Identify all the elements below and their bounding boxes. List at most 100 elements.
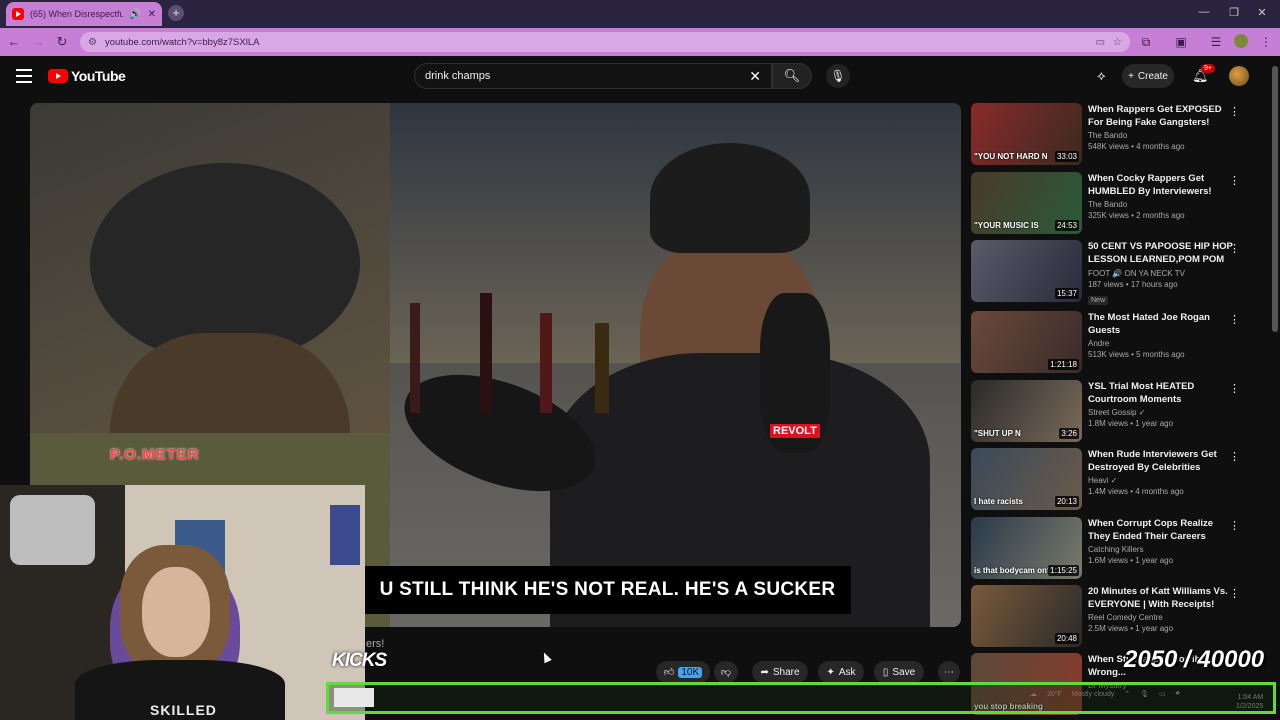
recommendation-thumbnail[interactable]: "SHUT UP N 3:26 [971, 380, 1082, 442]
mouse-cursor [540, 650, 552, 664]
speaker-icon[interactable]: 🔊 [129, 9, 141, 20]
bottle-shape [595, 323, 609, 413]
youtube-header: YouTube drink champs ✕ 🔍︎ 🎙︎ ⟡ + Create … [0, 56, 1280, 96]
channel-name[interactable]: Reel Comedy Centre [1088, 613, 1233, 622]
address-bar[interactable]: ⚙ youtube.com/watch?v=bby8z7SXlLA ▭ ☆ [80, 32, 1130, 52]
recommendation-thumbnail[interactable]: "YOU NOT HARD N 33:03 [971, 103, 1082, 165]
recommendation-menu-icon[interactable]: ⋮ [1229, 174, 1240, 187]
browser-tab[interactable]: (65) When Disrespectful Int 🔊 ✕ [6, 2, 162, 26]
system-tray: ☁ 20°F Mostly cloudy ⌃ 🎙︎ ▭ 🔊︎ [1030, 690, 1180, 698]
recommendation-menu-icon[interactable]: ⋮ [1229, 382, 1240, 395]
recommendation-item[interactable]: "YOU NOT HARD N 33:03 When Rappers Get EXP… [971, 103, 1261, 165]
more-actions-button[interactable]: ⋯ [938, 661, 960, 683]
recommendation-item[interactable]: is that bodycam on? 1:15:25 When Corrupt C… [971, 517, 1261, 579]
voice-search-button[interactable]: 🎙︎ [826, 64, 850, 88]
tab-title: (65) When Disrespectful Int [30, 9, 124, 19]
recommendation-title[interactable]: 50 CENT VS PAPOOSE HIP HOP LESSON LEARNE… [1088, 240, 1233, 267]
thumbnail-text: "YOU NOT HARD N [974, 152, 1048, 161]
search-input[interactable]: drink champs ✕ [414, 63, 772, 89]
recommendation-menu-icon[interactable]: ⋮ [1229, 242, 1240, 255]
sidebar-icon[interactable]: ▣ [1173, 35, 1189, 49]
maximize-icon[interactable]: ❐ [1224, 6, 1244, 19]
recommendation-item[interactable]: "YOUR MUSIC IS 24:53 When Cocky Rappers Ge… [971, 172, 1261, 234]
recommendation-item[interactable]: I hate racists 20:13 When Rude Interviewer… [971, 448, 1261, 510]
recommendation-thumbnail[interactable]: 20:48 [971, 585, 1082, 647]
like-count: 10K [678, 666, 703, 678]
extensions-icon[interactable]: ⧉ [1138, 35, 1154, 50]
minimize-icon[interactable]: — [1194, 6, 1214, 18]
recommendation-item[interactable]: 1:21:18 The Most Hated Joe Rogan Guests An… [971, 311, 1261, 373]
recommendation-menu-icon[interactable]: ⋮ [1229, 313, 1240, 326]
recommendation-thumbnail[interactable]: 15:37 [971, 240, 1082, 302]
mic-tray-icon[interactable]: 🎙︎ [1140, 690, 1149, 698]
clear-search-icon[interactable]: ✕ [749, 68, 761, 85]
create-button[interactable]: + Create [1122, 64, 1174, 88]
tab-close-icon[interactable]: ✕ [148, 9, 156, 20]
recommendation-menu-icon[interactable]: ⋮ [1229, 105, 1240, 118]
recommendation-title[interactable]: When Cocky Rappers Get HUMBLED By Interv… [1088, 172, 1233, 198]
chrome-profile-avatar[interactable] [1234, 34, 1248, 48]
channel-name[interactable]: The Bando [1088, 131, 1233, 140]
recommendation-meta: YSL Trial Most HEATED Courtroom Moments S… [1088, 380, 1233, 428]
cast-icon[interactable]: ⟡ [1097, 68, 1106, 84]
recommendation-meta: When Rappers Get EXPOSED For Being Fake … [1088, 103, 1233, 151]
clock-date: 1/2/2025 [1236, 703, 1264, 710]
forward-icon[interactable]: → [30, 34, 46, 49]
page-scrollbar[interactable] [1272, 66, 1278, 332]
youtube-account-avatar[interactable] [1229, 66, 1249, 86]
taskbar-clock[interactable]: 1:04 AM 1/2/2025 [1236, 693, 1263, 711]
window-close-icon[interactable]: ✕ [1252, 6, 1272, 19]
recommendation-title[interactable]: The Most Hated Joe Rogan Guests [1088, 311, 1233, 337]
channel-name[interactable]: Catching Killers [1088, 545, 1233, 554]
recommendation-item[interactable]: "SHUT UP N 3:26 YSL Trial Most HEATED Cour… [971, 380, 1261, 442]
video-subtitle: U STILL THINK HE'S NOT REAL. HE'S A SUCK… [364, 566, 851, 614]
bookmark-star-icon[interactable]: ☆ [1113, 37, 1122, 48]
recommendation-title[interactable]: When Rude Interviewers Get Destroyed By … [1088, 448, 1233, 474]
recommendation-menu-icon[interactable]: ⋮ [1229, 519, 1240, 532]
youtube-favicon-icon [12, 8, 24, 20]
menu-icon[interactable] [16, 69, 32, 83]
search-button[interactable]: 🔍︎ [772, 63, 812, 89]
recommendation-item[interactable]: 15:37 50 CENT VS PAPOOSE HIP HOP LESSON L… [971, 240, 1261, 305]
goal-counter: 2050 / 40000 [1124, 646, 1265, 673]
site-info-icon[interactable]: ⚙ [88, 37, 97, 48]
tray-chevron-icon[interactable]: ⌃ [1124, 690, 1130, 698]
recommendation-thumbnail[interactable]: "YOUR MUSIC IS 24:53 [971, 172, 1082, 234]
recommendation-meta: 50 CENT VS PAPOOSE HIP HOP LESSON LEARNE… [1088, 240, 1233, 307]
recommendation-item[interactable]: 20:48 20 Minutes of Katt Williams Vs. EVE… [971, 585, 1261, 647]
back-icon[interactable]: ← [6, 34, 22, 49]
channel-name[interactable]: Street Gossip ✓ [1088, 408, 1233, 417]
recommendation-title[interactable]: 20 Minutes of Katt Williams Vs. EVERYONE… [1088, 585, 1233, 611]
reload-icon[interactable]: ↻ [54, 34, 70, 50]
search-icon: 🔍︎ [783, 68, 801, 83]
recommendation-thumbnail[interactable]: 1:21:18 [971, 311, 1082, 373]
channel-name[interactable]: The Bando [1088, 200, 1233, 209]
video-duration: 3:26 [1059, 428, 1079, 439]
recommendation-thumbnail[interactable]: I hate racists 20:13 [971, 448, 1082, 510]
recommendation-title[interactable]: YSL Trial Most HEATED Courtroom Moments [1088, 380, 1233, 406]
ask-label: Ask [838, 666, 856, 678]
recommendation-title[interactable]: When Corrupt Cops Realize They Ended The… [1088, 517, 1233, 543]
new-tab-button[interactable]: + [168, 5, 184, 21]
save-label: Save [892, 666, 916, 678]
save-button[interactable]: ▯ Save [874, 661, 924, 683]
youtube-logo[interactable]: YouTube [48, 68, 126, 84]
recommendation-menu-icon[interactable]: ⋮ [1229, 450, 1240, 463]
volume-icon[interactable]: 🔊︎ [1176, 690, 1180, 698]
weather-icon[interactable]: ☁ [1030, 690, 1037, 698]
install-icon[interactable]: ▭ [1096, 37, 1105, 48]
channel-name[interactable]: FOOT 🔊 ON YA NECK TV [1088, 269, 1233, 278]
chrome-menu-icon[interactable]: ⋮ [1258, 35, 1274, 49]
ask-button[interactable]: ✦ Ask [818, 661, 864, 683]
channel-name[interactable]: Andre [1088, 339, 1233, 348]
progress-bar-overlay [326, 682, 1276, 714]
channel-name[interactable]: Heavi ✓ [1088, 476, 1233, 485]
recommendation-title[interactable]: When Rappers Get EXPOSED For Being Fake … [1088, 103, 1233, 129]
network-icon[interactable]: ▭ [1159, 690, 1166, 698]
recommendation-menu-icon[interactable]: ⋮ [1229, 587, 1240, 600]
like-button[interactable]: 👍︎ 10K [656, 661, 710, 683]
recommendation-thumbnail[interactable]: is that bodycam on? 1:15:25 [971, 517, 1082, 579]
share-button[interactable]: ➦ Share [752, 661, 808, 683]
dislike-button[interactable]: 👎︎ [714, 661, 738, 683]
reading-list-icon[interactable]: ☰ [1208, 35, 1224, 49]
